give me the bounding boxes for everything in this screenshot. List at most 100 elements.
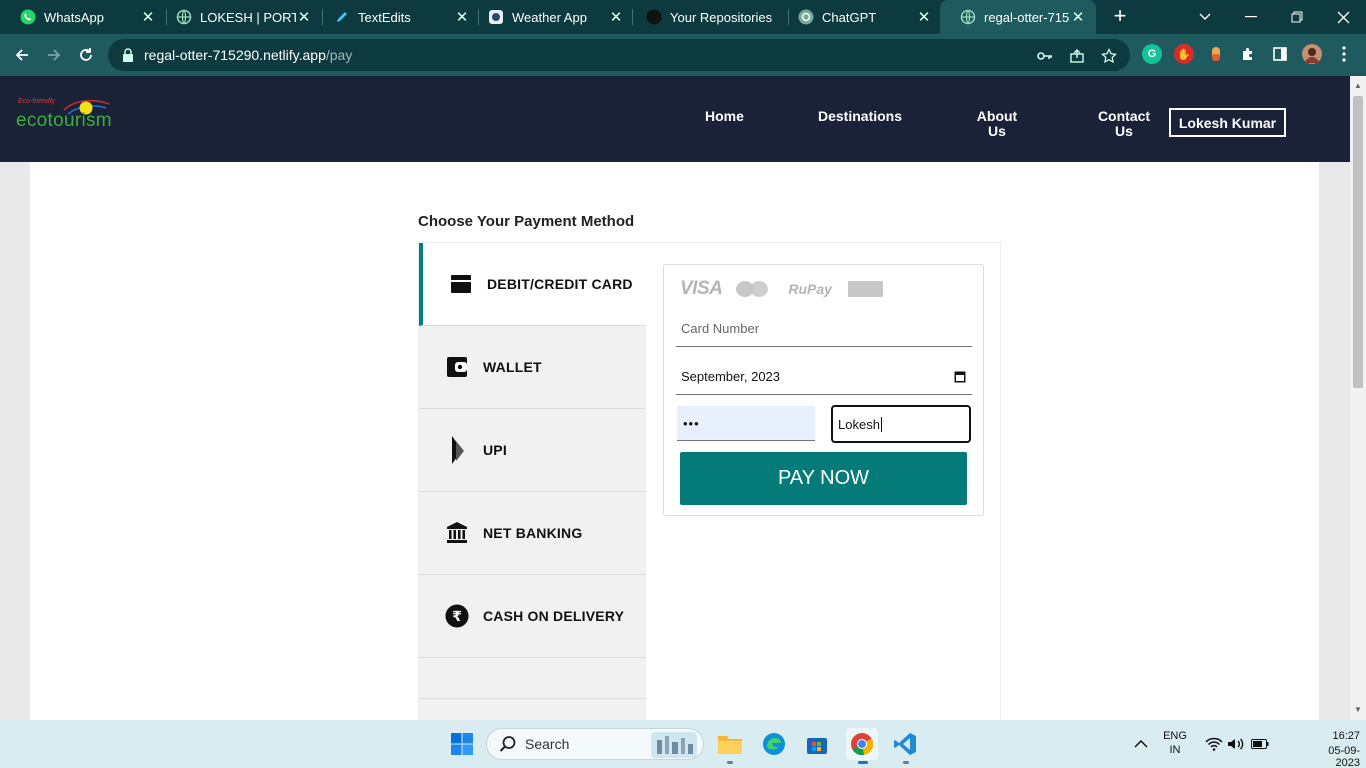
reload-button[interactable] [74, 43, 98, 67]
edge-icon[interactable] [760, 730, 788, 758]
tab-regal-otter[interactable]: regal-otter-71529 ✕ [940, 0, 1096, 34]
payment-method-wallet[interactable]: WALLET [419, 326, 646, 409]
payment-method-empty [419, 658, 646, 699]
close-icon[interactable]: ✕ [1070, 8, 1086, 26]
calendar-icon[interactable] [954, 370, 966, 383]
chatgpt-icon [798, 9, 814, 25]
card-payment-form: VISA RuPay Card Number September, 2023 •… [663, 264, 984, 516]
amex-logo [847, 281, 883, 297]
tab-textedits[interactable]: TextEdits ✕ [314, 0, 480, 34]
close-icon[interactable]: ✕ [140, 8, 156, 26]
close-icon[interactable]: ✕ [916, 8, 932, 26]
url-path: /pay [325, 47, 353, 63]
tab-repositories[interactable]: Your Repositories [626, 0, 792, 34]
nav-about[interactable]: About Us [976, 109, 1018, 139]
bank-icon [445, 521, 469, 545]
back-button[interactable] [10, 43, 34, 67]
scroll-down-icon[interactable]: ▼ [1350, 702, 1366, 718]
key-icon[interactable] [1036, 47, 1054, 65]
logo-word: ecotourism [16, 110, 112, 131]
card-number-input[interactable]: Card Number [676, 311, 972, 347]
file-explorer-icon[interactable] [716, 730, 744, 758]
close-icon[interactable]: ✕ [608, 8, 624, 26]
nav-destinations[interactable]: Destinations [818, 109, 902, 124]
page-scrollbar[interactable]: ▲ ▼ [1350, 76, 1366, 720]
scrollbar-thumb[interactable] [1353, 96, 1363, 388]
payment-method-upi[interactable]: UPI [419, 409, 646, 492]
restore-button[interactable] [1274, 0, 1320, 34]
card-number-placeholder: Card Number [681, 321, 760, 336]
microsoft-store-icon[interactable] [803, 730, 831, 758]
tab-title: regal-otter-71529 [984, 9, 1070, 25]
card-brand-logos: VISA RuPay [680, 278, 883, 299]
payment-method-netbanking[interactable]: NET BANKING [419, 492, 646, 575]
battery-icon[interactable] [1246, 730, 1274, 758]
search-icon [499, 736, 516, 752]
address-bar[interactable]: regal-otter-715290.netlify.app/pay [108, 39, 1130, 71]
new-tab-button[interactable]: + [1108, 5, 1132, 29]
nav-contact[interactable]: Contact Us [1097, 109, 1151, 139]
svg-text:₹: ₹ [452, 609, 462, 625]
chevron-down-icon [1199, 13, 1211, 20]
extension-pill-icon[interactable] [1206, 44, 1226, 64]
tab-title: ChatGPT [822, 9, 877, 25]
puzzle-icon[interactable] [1238, 44, 1258, 64]
globe-icon [960, 9, 976, 25]
minimize-button[interactable] [1228, 0, 1274, 34]
chrome-icon[interactable] [846, 728, 878, 760]
close-icon[interactable]: ✕ [296, 8, 312, 26]
tab-portfolio[interactable]: LOKESH | PORTFO ✕ [156, 0, 322, 34]
tab-chatgpt[interactable]: ChatGPT ✕ [778, 0, 942, 34]
profile-avatar[interactable] [1302, 44, 1322, 64]
nav-contact-label: Contact [1097, 108, 1151, 124]
taskbar-search-box[interactable]: Search [486, 728, 704, 760]
payment-method-label: WALLET [483, 359, 542, 375]
vscode-icon[interactable] [891, 730, 919, 758]
arrow-left-icon [15, 49, 28, 61]
tab-search-button[interactable] [1182, 0, 1228, 34]
ecotourism-logo[interactable]: Eco-friendly ecotourism [16, 94, 116, 136]
wallet-icon [445, 355, 469, 379]
expiry-month-input[interactable]: September, 2023 [676, 359, 972, 395]
url-host: regal-otter-715290.netlify.app [144, 47, 326, 63]
payment-method-label: DEBIT/CREDIT CARD [487, 276, 633, 292]
windows-start-icon[interactable] [448, 730, 476, 758]
user-account-button[interactable]: Lokesh Kumar [1169, 108, 1286, 137]
close-icon [1337, 11, 1349, 23]
chevron-up-icon[interactable] [1127, 730, 1155, 758]
mastercard-logo [736, 281, 770, 297]
language-indicator[interactable]: ENG IN [1160, 730, 1190, 756]
grammarly-icon[interactable]: G [1142, 44, 1162, 64]
payment-method-label: CASH ON DELIVERY [483, 608, 625, 624]
credit-card-icon [449, 272, 473, 296]
nav-home[interactable]: Home [705, 109, 744, 124]
upi-icon [445, 436, 469, 464]
cvv-input[interactable]: ••• [677, 406, 815, 441]
text-caret [880, 416, 882, 432]
rupay-logo: RuPay [788, 281, 832, 297]
menu-dots-icon[interactable] [1334, 44, 1354, 64]
pay-now-button[interactable]: PAY NOW [680, 452, 967, 505]
adblock-icon[interactable]: ✋ [1174, 44, 1194, 64]
close-window-button[interactable] [1320, 0, 1366, 34]
rupee-icon: ₹ [445, 604, 469, 628]
restore-icon [1291, 11, 1303, 23]
tab-whatsapp[interactable]: WhatsApp ✕ [0, 0, 166, 34]
forward-button[interactable] [42, 43, 66, 67]
tab-title: TextEdits [358, 9, 411, 25]
payment-method-cod[interactable]: ₹ CASH ON DELIVERY [419, 575, 646, 658]
page-title: Choose Your Payment Method [418, 213, 635, 230]
card-holder-input[interactable]: Lokesh [831, 405, 971, 443]
tab-title: WhatsApp [44, 9, 104, 25]
clock[interactable]: 16:27 05-09-2023 [1306, 730, 1360, 768]
logo-tagline: Eco-friendly [18, 98, 55, 105]
share-icon[interactable] [1068, 47, 1086, 65]
region-code: IN [1169, 744, 1181, 756]
side-panel-icon[interactable] [1270, 44, 1290, 64]
globe-icon [176, 9, 192, 25]
tab-weather-app[interactable]: Weather App ✕ [468, 0, 634, 34]
whatsapp-icon [20, 9, 36, 25]
scroll-up-icon[interactable]: ▲ [1350, 78, 1366, 94]
payment-method-card[interactable]: DEBIT/CREDIT CARD [419, 243, 646, 326]
bookmark-star-icon[interactable] [1100, 47, 1118, 65]
